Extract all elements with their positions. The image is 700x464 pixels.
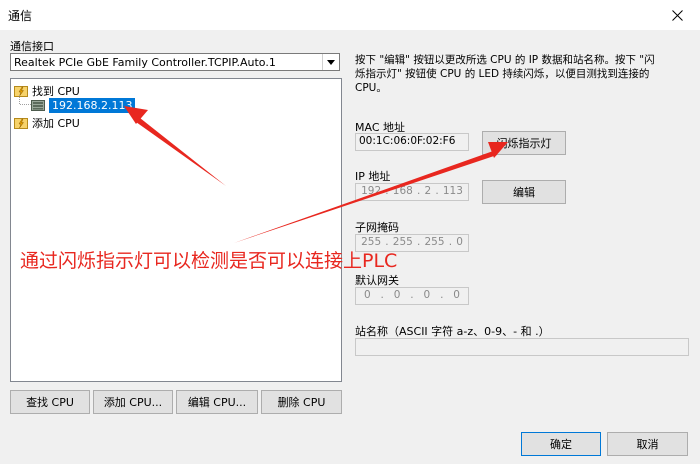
title-bar: 通信 (0, 0, 700, 30)
tree-node-label: 找到 CPU (32, 85, 80, 98)
ip-octet: 192 (361, 185, 382, 197)
folder-lightning-icon (14, 118, 28, 129)
tree-node-cpu-ip[interactable]: 192.168.2.113 (31, 98, 136, 113)
annotation-text: 通过闪烁指示灯可以检测是否可以连接上PLC (20, 250, 398, 272)
ip-dot: . (416, 185, 421, 197)
ip-octet: 113 (442, 185, 463, 197)
ip-dot: . (410, 289, 414, 301)
station-name-label: 站名称（ASCII 字符 a-z、0-9、- 和 .） (355, 325, 550, 338)
description-line: 按下 "编辑" 按钮以更改所选 CPU 的 IP 数据和站名称。按下 "闪 (355, 54, 655, 66)
station-name-field (355, 338, 689, 356)
gateway-octet: 0 (393, 289, 401, 301)
ip-octet: 168 (392, 185, 413, 197)
dropdown-button[interactable] (322, 54, 339, 70)
interface-label: 通信接口 (10, 40, 54, 53)
cancel-button[interactable]: 取消 (607, 432, 688, 456)
add-cpu-button[interactable]: 添加 CPU... (93, 390, 173, 414)
tree-node-label-selected: 192.168.2.113 (49, 98, 136, 113)
window-title: 通信 (8, 9, 33, 23)
gateway-field: 0. 0. 0. 0 (355, 287, 469, 305)
description-text: 按下 "编辑" 按钮以更改所选 CPU 的 IP 数据和站名称。按下 "闪 烁指… (355, 53, 690, 95)
description-line: CPU。 (355, 82, 387, 94)
gateway-octet: 0 (453, 289, 460, 301)
delete-cpu-button[interactable]: 删除 CPU (261, 390, 342, 414)
gateway-label: 默认网关 (355, 274, 399, 287)
gateway-octet: 0 (423, 289, 431, 301)
tree-node-label: 添加 CPU (32, 117, 80, 130)
ip-octet: 2 (424, 185, 432, 197)
subnet-octet: 255 (424, 236, 445, 248)
ip-dot: . (416, 236, 421, 248)
ip-dot: . (385, 185, 389, 197)
ip-label: IP 地址 (355, 170, 391, 183)
ip-dot: . (380, 289, 384, 301)
close-button[interactable] (654, 0, 700, 30)
flash-led-button[interactable]: 闪烁指示灯 (482, 131, 566, 155)
mac-field: 00:1C:06:0F:02:F6 (355, 133, 469, 151)
gateway-octet: 0 (363, 289, 371, 301)
ip-dot: . (440, 289, 444, 301)
description-line: 烁指示灯" 按钮使 CPU 的 LED 持续闪烁，以便目测找到连接的 (355, 68, 650, 80)
subnet-label: 子网掩码 (355, 221, 399, 234)
ip-field: 192. 168. 2. 113 (355, 183, 469, 201)
close-icon (671, 9, 683, 21)
ok-button[interactable]: 确定 (521, 432, 601, 456)
plc-device-icon (31, 100, 45, 111)
cpu-tree[interactable]: 找到 CPU 192.168.2.113 添加 CPU (10, 78, 342, 382)
chevron-down-icon (327, 59, 335, 65)
subnet-octet: 0 (456, 236, 463, 248)
edit-button[interactable]: 编辑 (482, 180, 566, 204)
interface-select-value: Realtek PCIe GbE Family Controller.TCPIP… (14, 56, 276, 69)
find-cpu-button[interactable]: 查找 CPU (10, 390, 90, 414)
ip-dot: . (435, 185, 439, 197)
ip-dot: . (448, 236, 453, 248)
edit-cpu-button[interactable]: 编辑 CPU... (176, 390, 258, 414)
tree-node-add-cpu[interactable]: 添加 CPU (14, 115, 80, 131)
interface-select[interactable]: Realtek PCIe GbE Family Controller.TCPIP… (10, 53, 340, 71)
